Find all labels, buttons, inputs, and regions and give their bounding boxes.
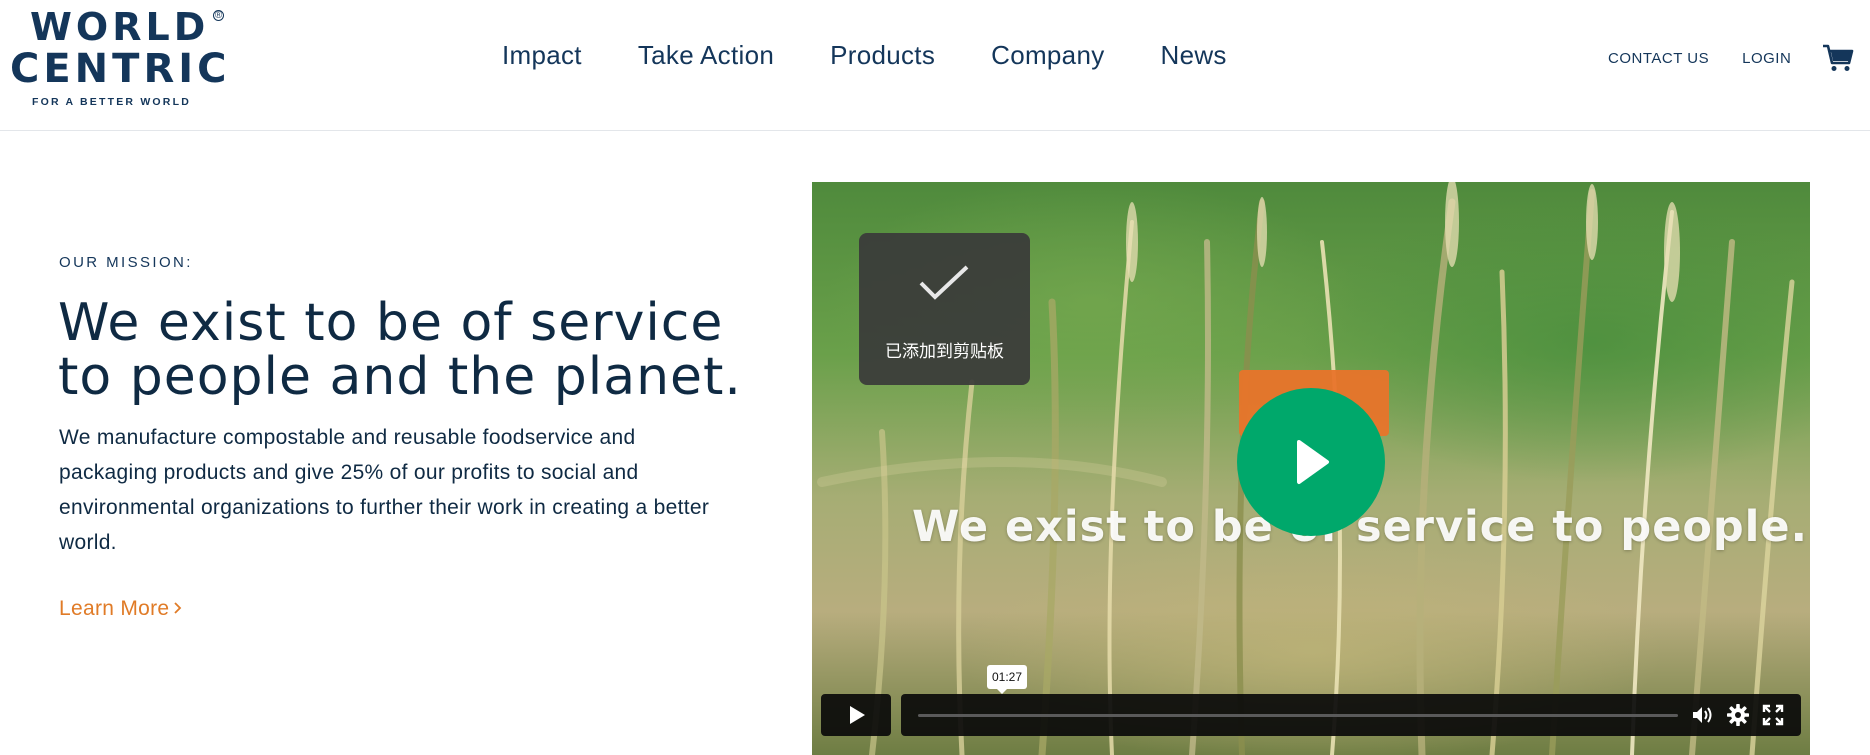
control-bar: 01:27 — [901, 665, 1801, 736]
contact-us-link[interactable]: CONTACT US — [1608, 50, 1709, 67]
main-navigation: Impact Take Action Products Company News — [502, 40, 1283, 71]
login-link[interactable]: LOGIN — [1742, 50, 1791, 67]
chevron-right-icon — [173, 597, 182, 621]
registered-mark: ® — [213, 10, 224, 21]
large-play-button[interactable] — [1237, 388, 1385, 536]
fullscreen-icon[interactable] — [1761, 703, 1785, 727]
learn-more-label: Learn More — [59, 597, 170, 620]
learn-more-link[interactable]: Learn More — [59, 597, 182, 621]
mission-headline: We exist to be of service to people and … — [58, 293, 742, 407]
clipboard-toast: 已添加到剪贴板 — [859, 233, 1030, 385]
logo-word-centric: CENTRIC — [10, 46, 231, 92]
cart-icon[interactable] — [1822, 44, 1854, 72]
clipboard-toast-text: 已添加到剪贴板 — [885, 342, 1004, 362]
nav-item-take-action[interactable]: Take Action — [638, 40, 774, 71]
progress-track[interactable] — [918, 714, 1678, 717]
play-icon — [850, 706, 865, 724]
volume-icon[interactable] — [1691, 703, 1715, 727]
nav-item-news[interactable]: News — [1161, 40, 1227, 71]
settings-gear-icon[interactable] — [1726, 703, 1750, 727]
utility-navigation: CONTACT US LOGIN — [1608, 50, 1824, 67]
video-controls: 01:27 — [821, 665, 1801, 736]
mission-description: We manufacture compostable and reusable … — [59, 426, 710, 554]
world-centric-logo[interactable]: WORLD CENTRIC ® FOR A BETTER WORLD — [10, 6, 230, 110]
checkmark-icon — [919, 265, 969, 300]
nav-item-impact[interactable]: Impact — [502, 40, 582, 71]
nav-item-company[interactable]: Company — [991, 40, 1104, 71]
time-tooltip: 01:27 — [987, 665, 1028, 694]
nav-item-products[interactable]: Products — [830, 40, 935, 71]
site-header: WORLD CENTRIC ® FOR A BETTER WORLD Impac… — [0, 0, 1870, 131]
mission-video-player[interactable]: We exist to be of service to people. 已添加… — [812, 182, 1810, 755]
logo-tagline: FOR A BETTER WORLD — [32, 96, 191, 108]
mission-eyebrow: OUR MISSION: — [59, 254, 193, 271]
logo-word-world: WORLD — [30, 5, 210, 49]
control-play-button[interactable] — [821, 694, 891, 736]
play-icon — [1297, 440, 1329, 484]
